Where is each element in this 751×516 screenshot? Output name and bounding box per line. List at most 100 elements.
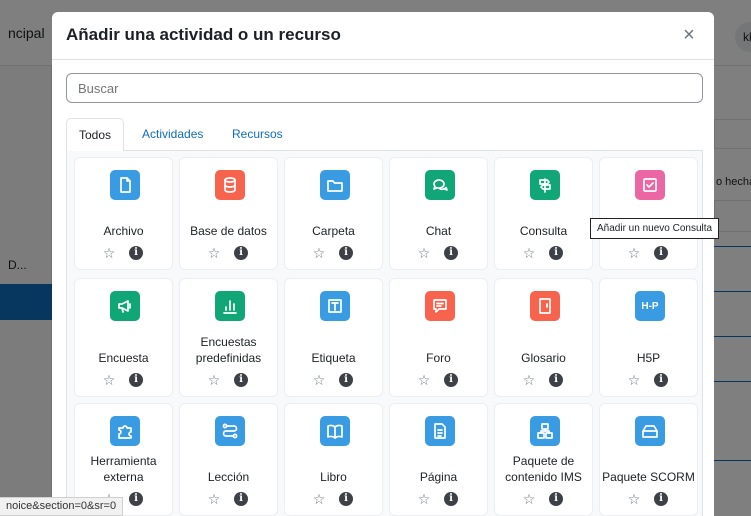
star-icon[interactable]: ☆ (627, 492, 641, 506)
activity-name: Lección (207, 470, 250, 484)
info-icon[interactable]: i (444, 246, 458, 260)
activity-name: Carpeta (312, 224, 355, 238)
info-icon[interactable]: i (129, 246, 143, 260)
activity-card[interactable]: Paquete SCORM ☆ i (599, 403, 698, 516)
info-icon[interactable]: i (234, 492, 248, 506)
signpost-icon (530, 170, 560, 200)
info-icon[interactable]: i (129, 373, 143, 387)
activity-card[interactable]: Paquete de contenido IMS ☆ i (494, 403, 593, 516)
activity-name: Base de datos (190, 224, 267, 238)
activity-name: H5P (636, 351, 661, 365)
activity-name: Página (419, 470, 458, 484)
info-icon[interactable]: i (234, 246, 248, 260)
activity-card[interactable]: Encuesta ☆ i (74, 278, 173, 397)
activity-name: Chat (425, 224, 452, 238)
add-activity-modal: Añadir una actividad o un recurso × Todo… (52, 12, 714, 516)
folder-icon (320, 170, 350, 200)
activity-card[interactable]: ☆ i (599, 157, 698, 270)
activity-name: Foro (426, 351, 451, 365)
activity-name: Archivo (103, 224, 144, 238)
activity-name: Paquete de contenido IMS (505, 454, 582, 484)
activity-grid: Archivo ☆ i Base de datos ☆ i Carpeta ☆ i Chat ☆ i C… (66, 151, 703, 516)
chat-icon (425, 170, 455, 200)
info-icon[interactable]: i (234, 373, 248, 387)
scorm-icon (635, 416, 665, 446)
star-icon[interactable]: ☆ (522, 492, 536, 506)
star-icon[interactable]: ☆ (207, 492, 221, 506)
info-icon[interactable]: i (654, 492, 668, 506)
star-icon[interactable]: ☆ (102, 373, 116, 387)
text-label-icon (320, 291, 350, 321)
activity-card[interactable]: Foro ☆ i (389, 278, 488, 397)
lesson-icon (215, 416, 245, 446)
info-icon[interactable]: i (654, 373, 668, 387)
book-icon (320, 416, 350, 446)
star-icon[interactable]: ☆ (627, 246, 641, 260)
bar-chart-icon (215, 291, 245, 321)
status-bar-url: noice&section=0&sr=0 (0, 497, 124, 516)
glossary-icon (530, 291, 560, 321)
info-icon[interactable]: i (549, 246, 563, 260)
info-icon[interactable]: i (654, 246, 668, 260)
activity-card[interactable]: Página ☆ i (389, 403, 488, 516)
megaphone-icon (110, 291, 140, 321)
activity-card[interactable]: Glosario ☆ i (494, 278, 593, 397)
activity-card[interactable]: Libro ☆ i (284, 403, 383, 516)
activity-card[interactable]: Lección ☆ i (179, 403, 278, 516)
activity-name: Etiqueta (311, 351, 356, 365)
checklist-icon (635, 170, 665, 200)
h5p-text: H-P (641, 300, 659, 312)
modal-title: Añadir una actividad o un recurso (66, 25, 341, 44)
tab-actividades[interactable]: Actividades (130, 118, 215, 152)
activity-name: Libro (320, 470, 347, 484)
activity-card[interactable]: H-P H5P ☆ i (599, 278, 698, 397)
modal-header: Añadir una actividad o un recurso × (52, 12, 714, 60)
activity-card[interactable]: Etiqueta ☆ i (284, 278, 383, 397)
info-icon[interactable]: i (444, 373, 458, 387)
puzzle-icon (110, 416, 140, 446)
info-icon[interactable]: i (549, 373, 563, 387)
star-icon[interactable]: ☆ (207, 373, 221, 387)
activity-card[interactable]: Consulta ☆ i (494, 157, 593, 270)
info-icon[interactable]: i (444, 492, 458, 506)
activity-name: Consulta (519, 224, 568, 238)
star-icon[interactable]: ☆ (312, 246, 326, 260)
star-icon[interactable]: ☆ (417, 373, 431, 387)
search-input[interactable] (66, 73, 703, 103)
star-icon[interactable]: ☆ (522, 373, 536, 387)
star-icon[interactable]: ☆ (627, 373, 641, 387)
activity-name: Herramienta externa (90, 454, 157, 484)
package-icon (530, 416, 560, 446)
tab-recursos[interactable]: Recursos (220, 118, 295, 152)
activity-card[interactable]: Base de datos ☆ i (179, 157, 278, 270)
activity-name: Encuesta (98, 351, 149, 365)
page-icon (425, 416, 455, 446)
tab-bar: Todos Actividades Recursos (66, 118, 703, 152)
info-icon[interactable]: i (129, 492, 143, 506)
star-icon[interactable]: ☆ (417, 246, 431, 260)
tooltip: Añadir un nuevo Consulta (590, 218, 720, 239)
activity-card[interactable]: Carpeta ☆ i (284, 157, 383, 270)
activity-name: Paquete SCORM (602, 470, 695, 484)
info-icon[interactable]: i (339, 246, 353, 260)
activity-name: Encuestas predefinidas (195, 335, 262, 365)
close-icon[interactable]: × (678, 24, 700, 46)
info-icon[interactable]: i (549, 492, 563, 506)
forum-icon (425, 291, 455, 321)
activity-card[interactable]: Encuestas predefinidas ☆ i (179, 278, 278, 397)
h5p-icon: H-P (635, 291, 665, 321)
activity-name: Glosario (521, 351, 566, 365)
file-icon (110, 170, 140, 200)
tab-todos[interactable]: Todos (66, 118, 124, 152)
info-icon[interactable]: i (339, 373, 353, 387)
star-icon[interactable]: ☆ (312, 373, 326, 387)
activity-card[interactable]: Archivo ☆ i (74, 157, 173, 270)
star-icon[interactable]: ☆ (417, 492, 431, 506)
star-icon[interactable]: ☆ (102, 246, 116, 260)
activity-card[interactable]: Chat ☆ i (389, 157, 488, 270)
star-icon[interactable]: ☆ (312, 492, 326, 506)
info-icon[interactable]: i (339, 492, 353, 506)
star-icon[interactable]: ☆ (522, 246, 536, 260)
database-icon (215, 170, 245, 200)
star-icon[interactable]: ☆ (207, 246, 221, 260)
